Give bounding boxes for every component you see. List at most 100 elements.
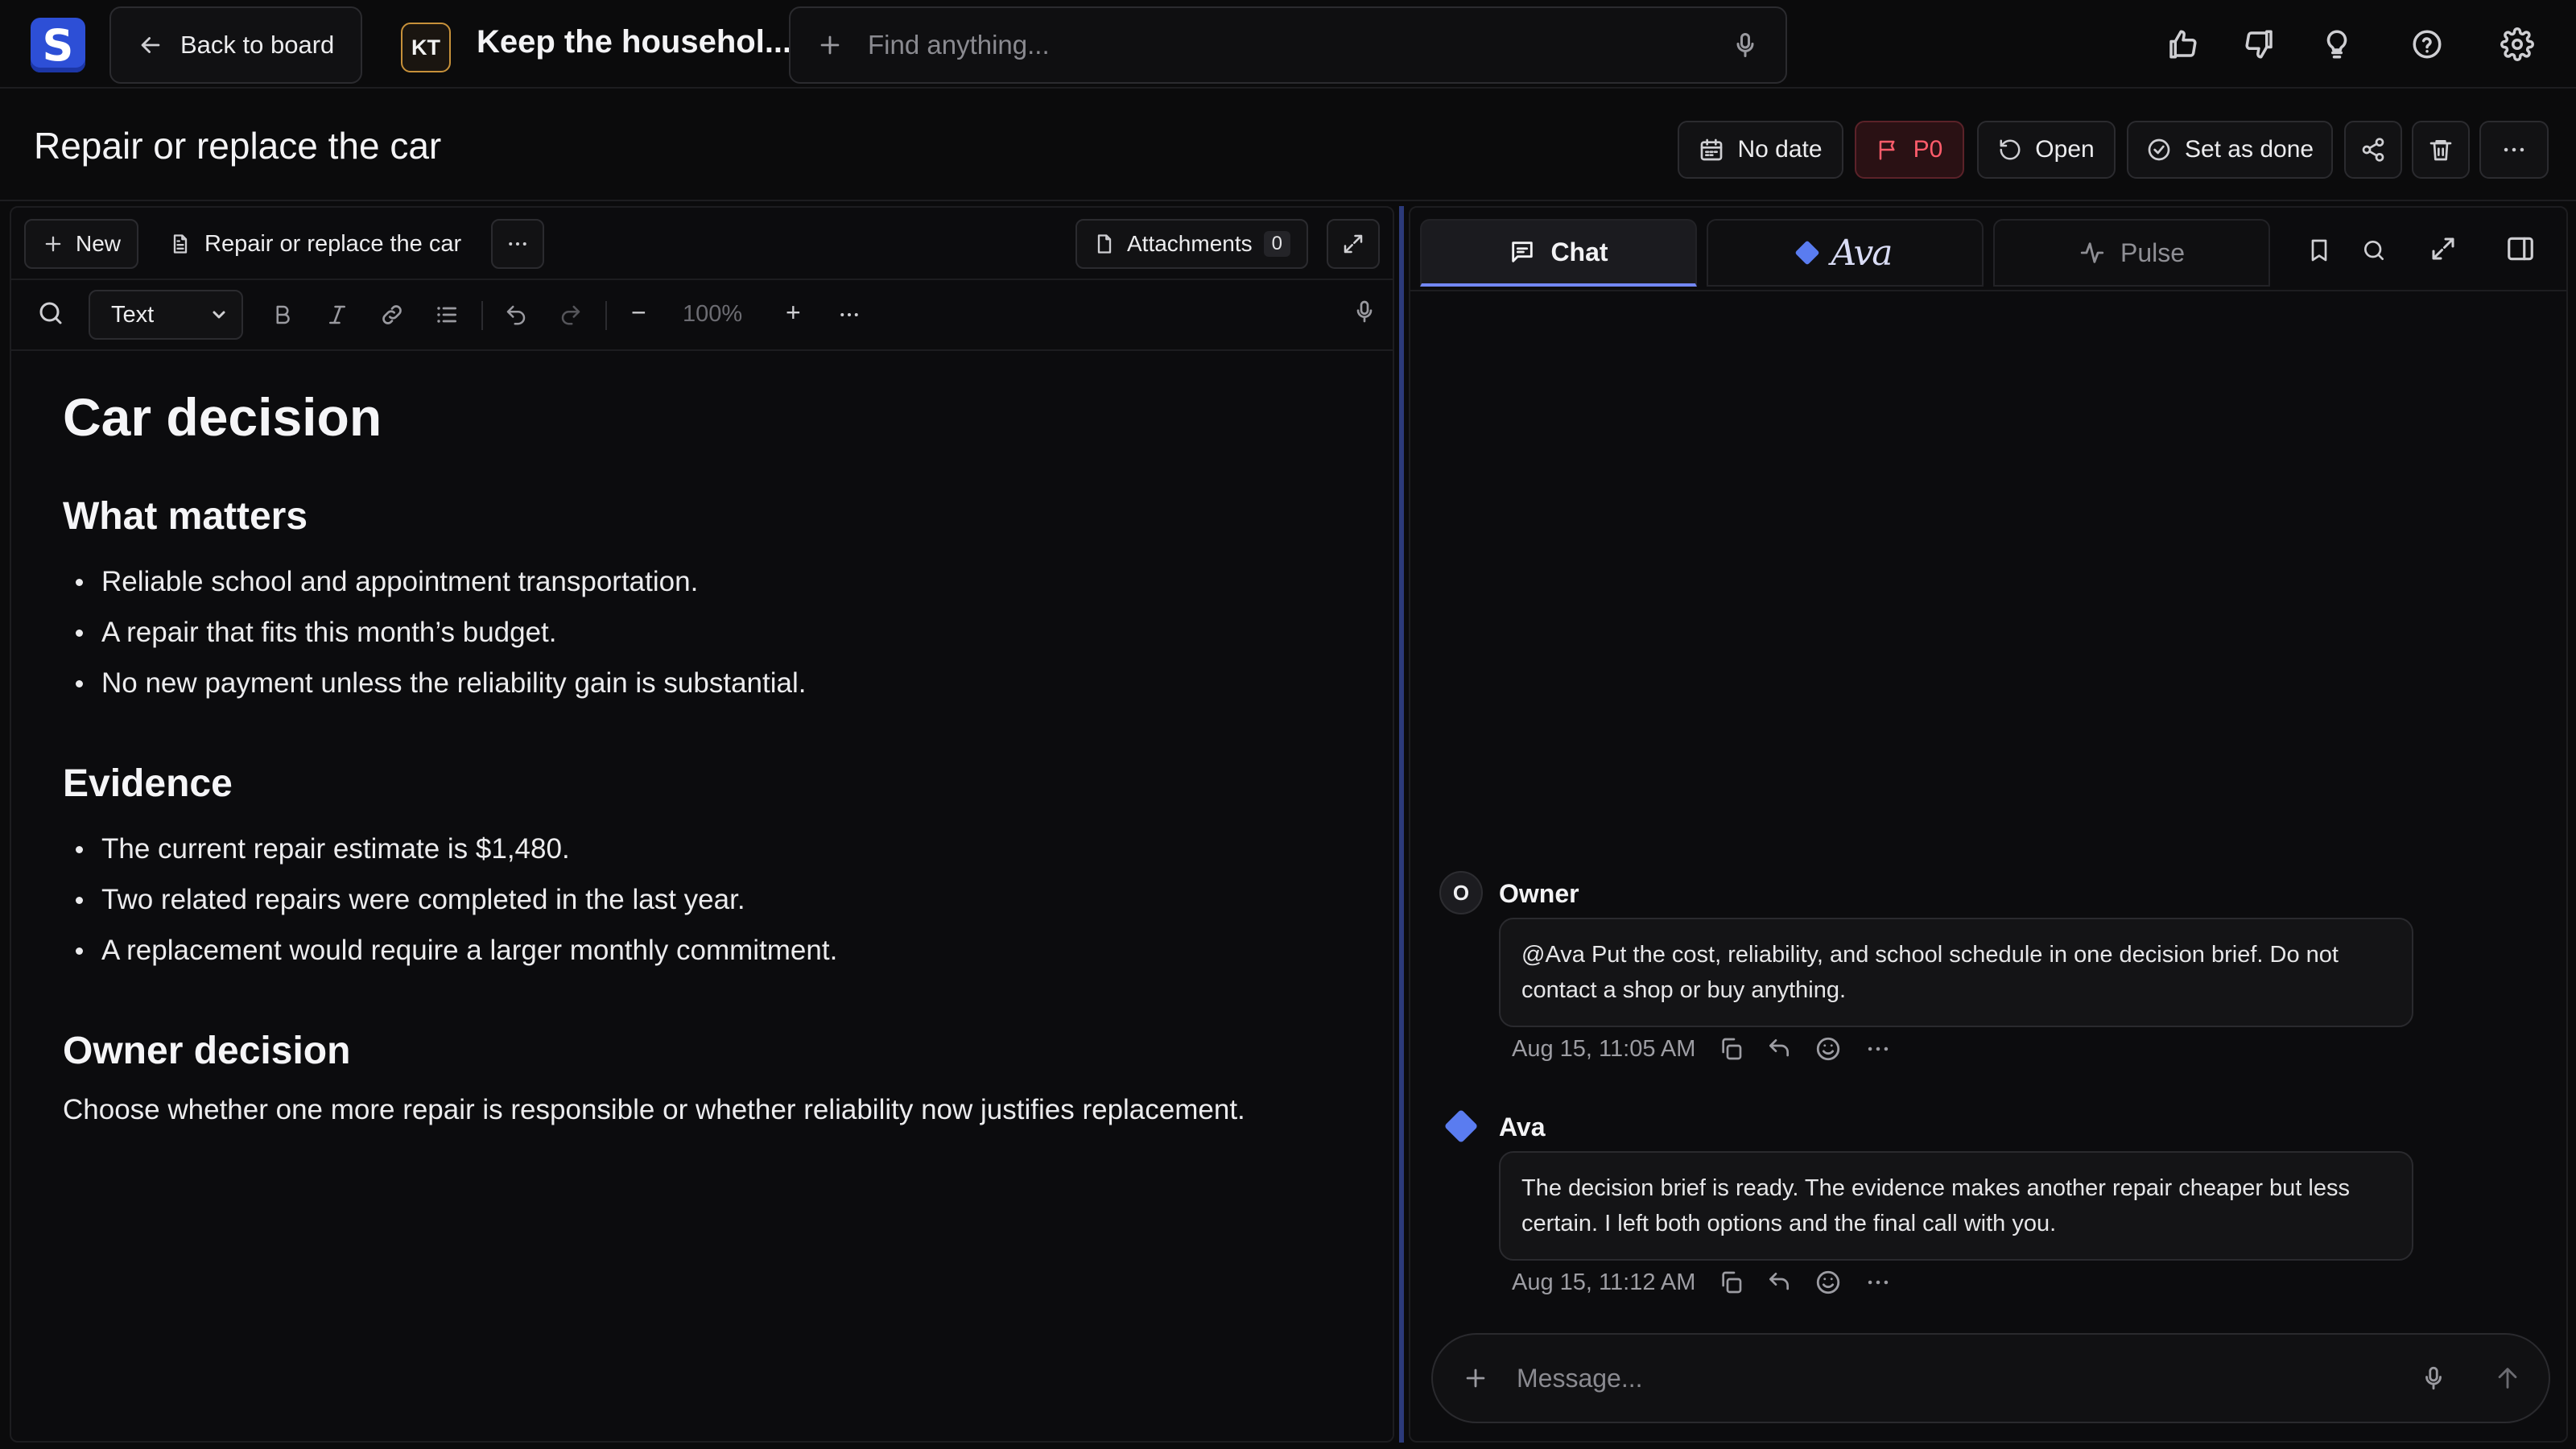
message-author[interactable]: Owner bbox=[1499, 879, 1579, 909]
delete-button[interactable] bbox=[2412, 121, 2470, 179]
more-options-button[interactable] bbox=[2479, 121, 2549, 179]
link-icon[interactable] bbox=[374, 296, 411, 333]
microphone-icon[interactable] bbox=[2420, 1364, 2447, 1392]
text-style-value: Text bbox=[111, 301, 155, 328]
app-logo[interactable]: S bbox=[31, 18, 85, 72]
message-timestamp: Aug 15, 11:05 AM bbox=[1512, 1035, 1696, 1062]
more-horizontal-icon[interactable] bbox=[1864, 1035, 1892, 1063]
tab-pulse-label: Pulse bbox=[2120, 237, 2186, 267]
text-style-select[interactable]: Text bbox=[89, 290, 243, 340]
plus-icon[interactable] bbox=[816, 31, 844, 59]
reply-icon[interactable] bbox=[1766, 1269, 1792, 1295]
file-text-icon bbox=[173, 234, 188, 254]
message-author[interactable]: Ava bbox=[1499, 1113, 1546, 1142]
lightbulb-icon[interactable] bbox=[2317, 24, 2357, 64]
formatting-toolbar: Text − 100% + bbox=[11, 280, 1393, 351]
search-input[interactable] bbox=[868, 30, 1731, 60]
thumbs-down-icon[interactable] bbox=[2240, 24, 2280, 64]
panel-resize-handle[interactable] bbox=[1399, 206, 1404, 1443]
plus-icon bbox=[45, 236, 61, 252]
italic-icon[interactable] bbox=[319, 296, 356, 333]
zoom-in-button[interactable]: + bbox=[786, 298, 801, 328]
set-as-done-label: Set as done bbox=[2184, 136, 2314, 163]
avatar[interactable]: O bbox=[1439, 871, 1483, 914]
document-body[interactable]: Car decision What matters Reliable schoo… bbox=[63, 386, 1367, 1129]
message-meta: Aug 15, 11:05 AM bbox=[1512, 1035, 1892, 1063]
back-to-board-label: Back to board bbox=[180, 31, 335, 59]
maximize-icon bbox=[1344, 234, 1363, 254]
tab-chat[interactable]: Chat bbox=[1420, 219, 1697, 287]
send-arrow-up-icon[interactable] bbox=[2494, 1364, 2521, 1392]
more-horizontal-icon bbox=[509, 242, 526, 246]
attachments-button[interactable]: Attachments 0 bbox=[1075, 219, 1308, 269]
document-tab[interactable]: Repair or replace the car bbox=[169, 219, 461, 269]
bulleted-list-icon[interactable] bbox=[428, 296, 465, 333]
flag-icon bbox=[1879, 140, 1895, 160]
message-bubble: @Ava Put the cost, reliability, and scho… bbox=[1499, 918, 2413, 1027]
section-heading: Evidence bbox=[63, 762, 233, 805]
due-date-label: No date bbox=[1737, 136, 1823, 163]
bookmark-icon[interactable] bbox=[2301, 232, 2338, 269]
tab-ava-label: Ava bbox=[1831, 232, 1893, 274]
tab-pulse[interactable]: Pulse bbox=[1993, 219, 2270, 287]
page-title[interactable]: Repair or replace the car bbox=[34, 124, 441, 167]
trash-icon bbox=[2429, 140, 2452, 161]
paragraph: Choose whether one more repair is respon… bbox=[63, 1094, 1245, 1125]
status-button[interactable]: Open bbox=[1977, 121, 2116, 179]
expand-chat-icon[interactable] bbox=[2425, 230, 2462, 267]
search-bar[interactable] bbox=[789, 6, 1787, 84]
more-formatting-icon[interactable] bbox=[831, 296, 868, 333]
redo-icon[interactable] bbox=[552, 296, 589, 333]
bold-icon[interactable] bbox=[264, 296, 301, 333]
share-icon bbox=[2362, 138, 2384, 162]
microphone-icon[interactable] bbox=[1731, 31, 1760, 60]
more-horizontal-icon bbox=[2504, 147, 2524, 152]
board-title[interactable]: Keep the househol... bbox=[477, 24, 791, 60]
list-item: A repair that fits this month’s budget. bbox=[63, 607, 1367, 658]
toggle-sidebar-icon[interactable] bbox=[2502, 230, 2539, 267]
message-input[interactable] bbox=[1517, 1363, 2420, 1393]
section-heading: Owner decision bbox=[63, 1030, 351, 1072]
doc-title: Car decision bbox=[63, 387, 382, 447]
list-item: No new payment unless the reliability ga… bbox=[63, 658, 1367, 708]
set-as-done-button[interactable]: Set as done bbox=[2127, 121, 2333, 179]
list-item: The current repair estimate is $1,480. bbox=[63, 824, 1367, 874]
plus-icon[interactable] bbox=[1462, 1364, 1489, 1392]
help-icon[interactable] bbox=[2407, 24, 2447, 64]
search-chat-icon[interactable] bbox=[2355, 232, 2392, 269]
zoom-out-button[interactable]: − bbox=[631, 298, 646, 328]
list-item: Two related repairs were completed in th… bbox=[63, 874, 1367, 925]
thumbs-up-icon[interactable] bbox=[2162, 24, 2202, 64]
add-reaction-icon[interactable] bbox=[1814, 1035, 1842, 1063]
tab-ava[interactable]: Ava bbox=[1707, 219, 1984, 287]
reply-icon[interactable] bbox=[1766, 1036, 1792, 1062]
new-document-button[interactable]: New bbox=[24, 219, 139, 269]
copy-icon[interactable] bbox=[1718, 1036, 1744, 1062]
board-avatar[interactable]: KT bbox=[401, 23, 451, 72]
document-tab-label: Repair or replace the car bbox=[204, 230, 462, 257]
settings-gear-icon[interactable] bbox=[2497, 24, 2537, 64]
file-icon bbox=[1097, 234, 1112, 254]
zoom-level: 100% bbox=[683, 301, 743, 327]
message-timestamp: Aug 15, 11:12 AM bbox=[1512, 1269, 1696, 1295]
share-button[interactable] bbox=[2344, 121, 2402, 179]
top-bar: S Back to board KT Keep the househol... bbox=[0, 0, 2576, 89]
editor-tab-bar: New Repair or replace the car Attachment… bbox=[11, 208, 1393, 280]
list-item: A replacement would require a larger mon… bbox=[63, 925, 1367, 976]
expand-editor-button[interactable] bbox=[1327, 219, 1380, 269]
status-label: Open bbox=[2035, 136, 2095, 163]
due-date-button[interactable]: No date bbox=[1678, 121, 1843, 179]
add-reaction-icon[interactable] bbox=[1814, 1269, 1842, 1296]
find-in-doc-icon[interactable] bbox=[32, 295, 69, 332]
document-menu-button[interactable] bbox=[491, 219, 544, 269]
copy-icon[interactable] bbox=[1718, 1269, 1744, 1295]
toolbar-divider bbox=[481, 301, 483, 330]
message-square-icon bbox=[1512, 242, 1534, 262]
priority-label: P0 bbox=[1913, 136, 1943, 163]
undo-icon[interactable] bbox=[497, 296, 535, 333]
ava-avatar-icon[interactable] bbox=[1443, 1108, 1479, 1144]
more-horizontal-icon[interactable] bbox=[1864, 1269, 1892, 1296]
dictation-microphone-icon[interactable] bbox=[1346, 293, 1383, 330]
priority-button[interactable]: P0 bbox=[1855, 121, 1964, 179]
back-to-board-button[interactable]: Back to board bbox=[109, 6, 362, 84]
